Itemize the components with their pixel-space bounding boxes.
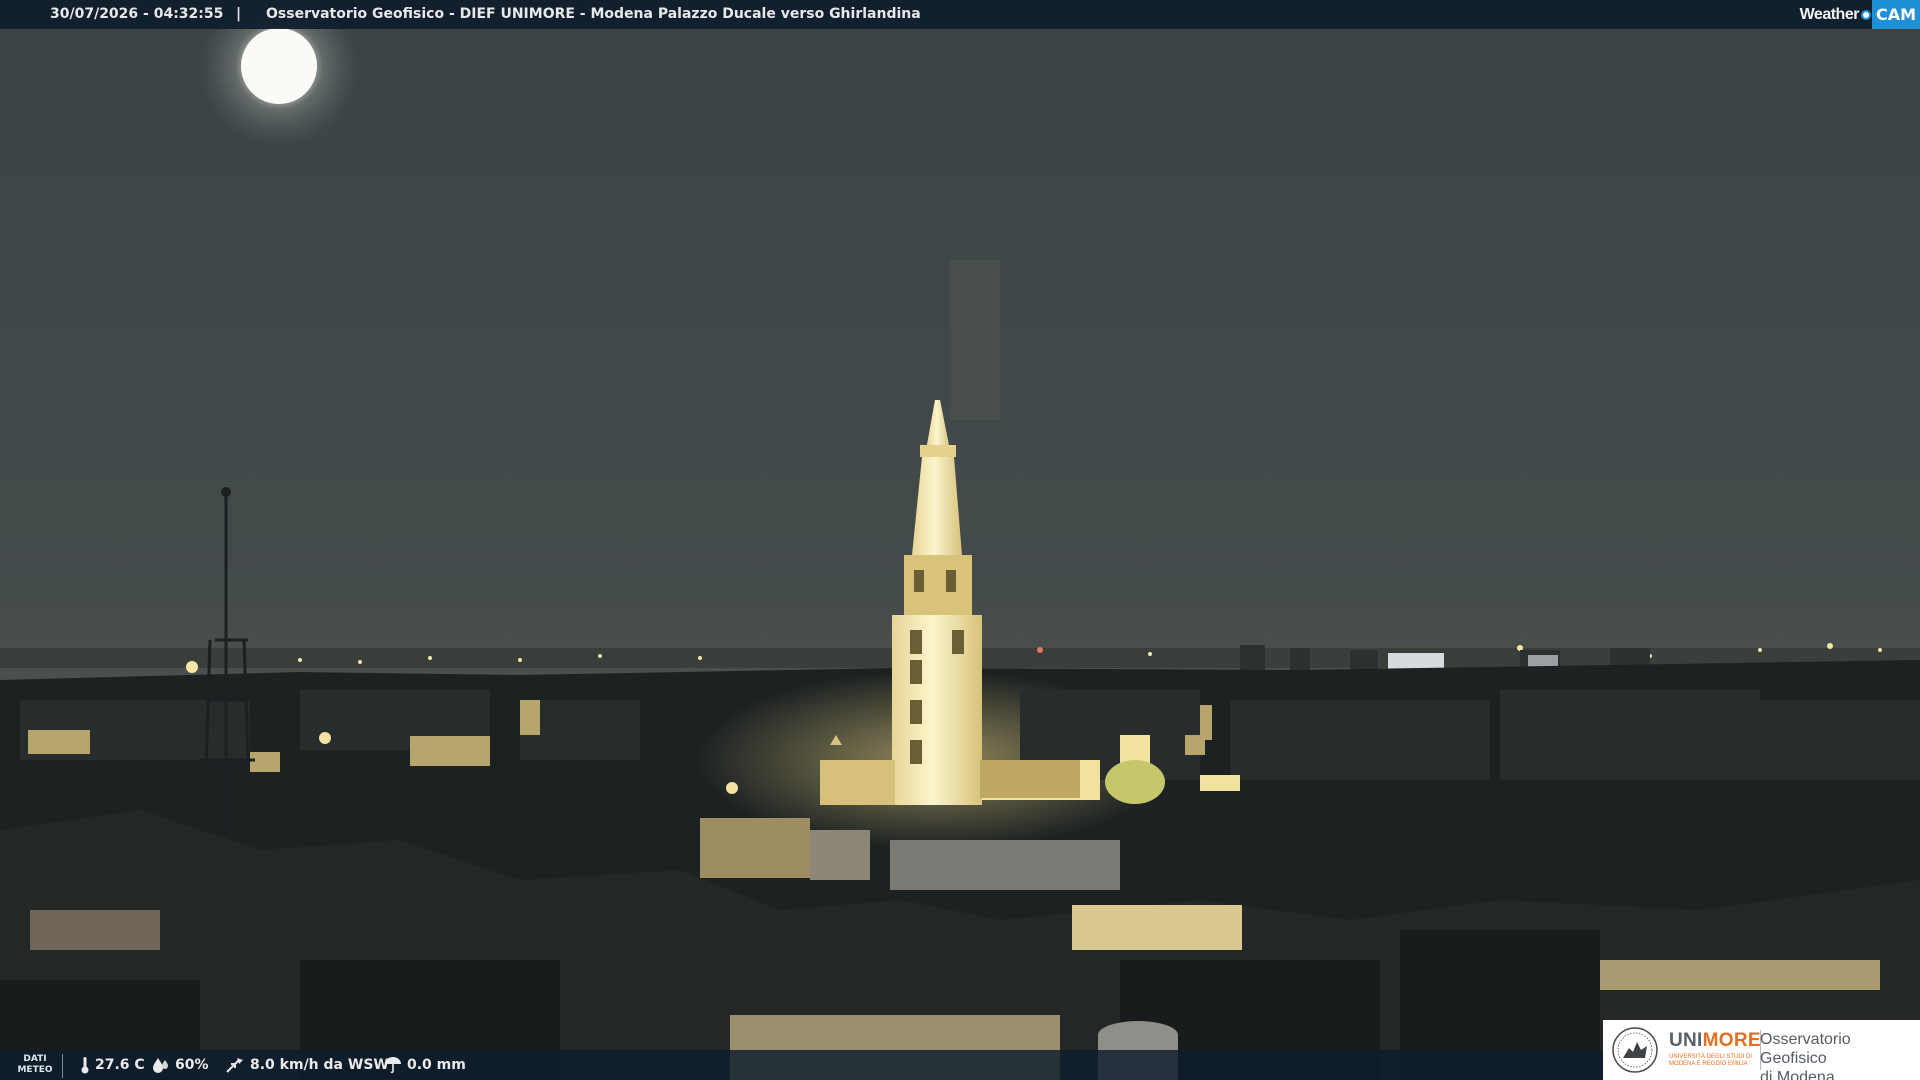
humidity-reading: 60% <box>152 1050 209 1080</box>
humidity-drop-icon <box>153 1058 168 1073</box>
unimore-logo: UNIMORE UNIVERSITÀ DEGLI STUDI DI MODENA… <box>1603 1020 1920 1080</box>
unimore-part1: UNI <box>1669 1030 1703 1051</box>
weather-data-bar: DATI METEO 27.6 C 60% 8.0 km/h da WSW 0.… <box>0 1050 1603 1080</box>
brand-dot-icon <box>1860 9 1871 20</box>
brand-cam: CAM <box>1871 0 1920 29</box>
wind-reading: 8.0 km/h da WSW <box>225 1050 389 1080</box>
unimore-subtitle: UNIVERSITÀ DEGLI STUDI DI MODENA E REGGI… <box>1669 1054 1753 1067</box>
brand-word: Weather <box>1799 6 1860 23</box>
wind-value: 8.0 km/h da WSW <box>250 1057 389 1073</box>
title-separator: | <box>236 6 242 22</box>
rain-icon <box>385 1057 401 1074</box>
unimore-part2: MORE <box>1702 1030 1761 1051</box>
top-info-bar: 30/07/2026 - 04:32:55 | Osservatorio Geo… <box>0 0 1920 29</box>
weather-label-line1: DATI <box>23 1054 47 1064</box>
humidity-value: 60% <box>175 1057 209 1073</box>
observatory-line2: di Modena <box>1760 1069 1835 1080</box>
timestamp: 30/07/2026 - 04:32:55 <box>50 6 224 22</box>
unimore-seal-icon <box>1612 1027 1658 1073</box>
webcam-image <box>0 0 1920 1080</box>
unimore-wordmark: UNIMORE <box>1669 1030 1761 1052</box>
webcam-frame: 30/07/2026 - 04:32:55 | Osservatorio Geo… <box>0 0 1920 1080</box>
rain-reading: 0.0 mm <box>384 1050 466 1080</box>
thermometer-icon <box>81 1057 89 1074</box>
wind-icon <box>226 1058 243 1073</box>
observatory-name: Osservatorio Geofisico di Modena <box>1760 1030 1920 1080</box>
weather-label-line2: METEO <box>17 1065 53 1075</box>
temperature-value: 27.6 C <box>95 1057 145 1073</box>
weathercam-logo: Weather CAM <box>1800 0 1920 29</box>
observatory-line1: Osservatorio Geofisico <box>1760 1031 1851 1067</box>
temperature-reading: 27.6 C <box>80 1050 145 1080</box>
camera-title: Osservatorio Geofisico - DIEF UNIMORE - … <box>266 6 921 22</box>
weather-data-label: DATI METEO <box>8 1054 63 1078</box>
rain-value: 0.0 mm <box>407 1057 466 1073</box>
